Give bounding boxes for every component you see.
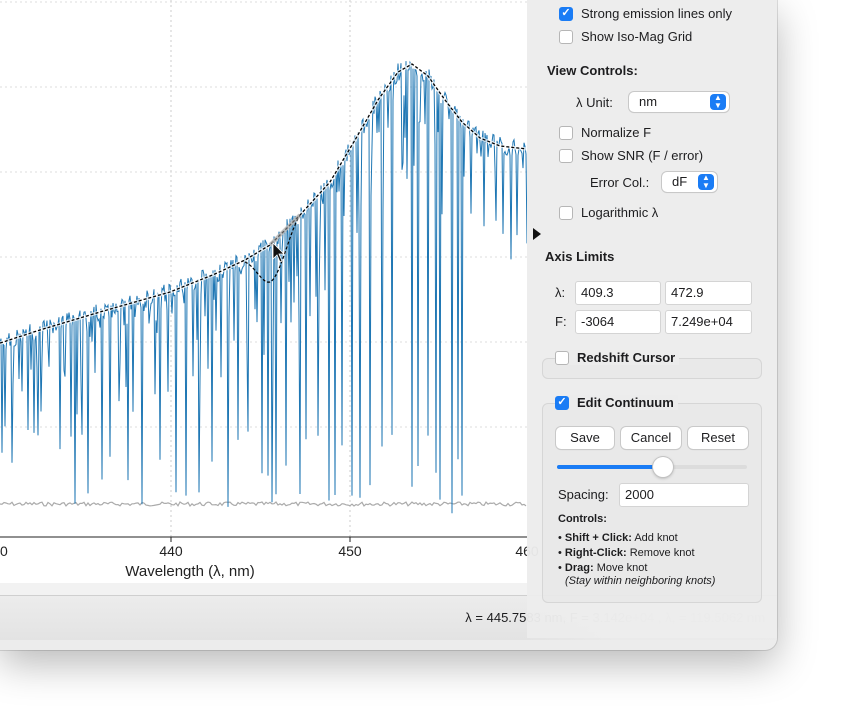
- help-line: • Right-Click: Remove knot: [558, 547, 695, 559]
- help-line: • Shift + Click: Add knot: [558, 532, 678, 544]
- axis-limits-heading: Axis Limits: [545, 249, 615, 264]
- normalize-checkbox[interactable]: Normalize F: [559, 125, 651, 140]
- stepper-arrows-icon: ▲ ▼: [698, 174, 714, 190]
- cancel-button[interactable]: Cancel: [621, 427, 681, 449]
- x-axis-ticks: [170, 537, 351, 542]
- disclosure-triangle-icon[interactable]: [533, 228, 541, 240]
- log-lambda-checkbox[interactable]: Logarithmic λ: [559, 205, 658, 220]
- error-col-select[interactable]: dF ▲ ▼: [662, 172, 717, 192]
- x-tick-440: 440: [159, 543, 183, 559]
- x-tick-partial: 0: [0, 543, 8, 559]
- spacing-field[interactable]: 2000: [619, 483, 749, 507]
- f-limits-label: F:: [555, 314, 567, 329]
- error-col-label: Error Col.:: [590, 175, 650, 190]
- spacing-label: Spacing:: [558, 487, 609, 502]
- toolbar-band: [0, 583, 527, 595]
- lambda-min-field[interactable]: 409.3: [575, 281, 661, 305]
- checkmark-icon: ✓: [559, 6, 573, 21]
- strong-emission-checkbox[interactable]: ✓ Strong emission lines only: [559, 6, 732, 21]
- x-tick-450: 450: [338, 543, 362, 559]
- spectrum-plot[interactable]: 0 440 450 460 Wavelength (λ, nm): [0, 0, 539, 583]
- redshift-cursor-checkbox[interactable]: Redshift Cursor: [555, 350, 680, 365]
- flux-spectrum: [0, 60, 527, 514]
- checkmark-icon: ✓: [555, 395, 569, 410]
- f-min-field[interactable]: -3064: [575, 310, 661, 334]
- show-snr-checkbox[interactable]: Show SNR (F / error): [559, 148, 703, 163]
- plot-canvas[interactable]: [0, 0, 527, 583]
- view-controls-heading: View Controls:: [547, 63, 638, 78]
- lambda-max-field[interactable]: 472.9: [665, 281, 752, 305]
- error-spectrum: [0, 501, 527, 508]
- unit-label: λ Unit:: [576, 95, 613, 110]
- iso-mag-grid-checkbox[interactable]: Show Iso-Mag Grid: [559, 29, 692, 44]
- spacing-slider-fill: [557, 465, 664, 469]
- f-max-field[interactable]: 7.249e+04: [665, 310, 752, 334]
- app-window: 0 440 450 460 Wavelength (λ, nm) λ = 445…: [0, 0, 777, 650]
- reset-button[interactable]: Reset: [688, 427, 748, 449]
- stepper-arrows-icon: ▲ ▼: [710, 94, 726, 110]
- save-button[interactable]: Save: [556, 427, 614, 449]
- x-axis-title: Wavelength (λ, nm): [125, 563, 255, 580]
- help-note: (Stay within neighboring knots): [565, 575, 716, 587]
- lambda-limits-label: λ:: [555, 285, 566, 300]
- unit-select[interactable]: nm ▲ ▼: [629, 92, 729, 112]
- edit-continuum-checkbox[interactable]: ✓ Edit Continuum: [555, 395, 678, 410]
- controls-heading: Controls:: [558, 513, 607, 525]
